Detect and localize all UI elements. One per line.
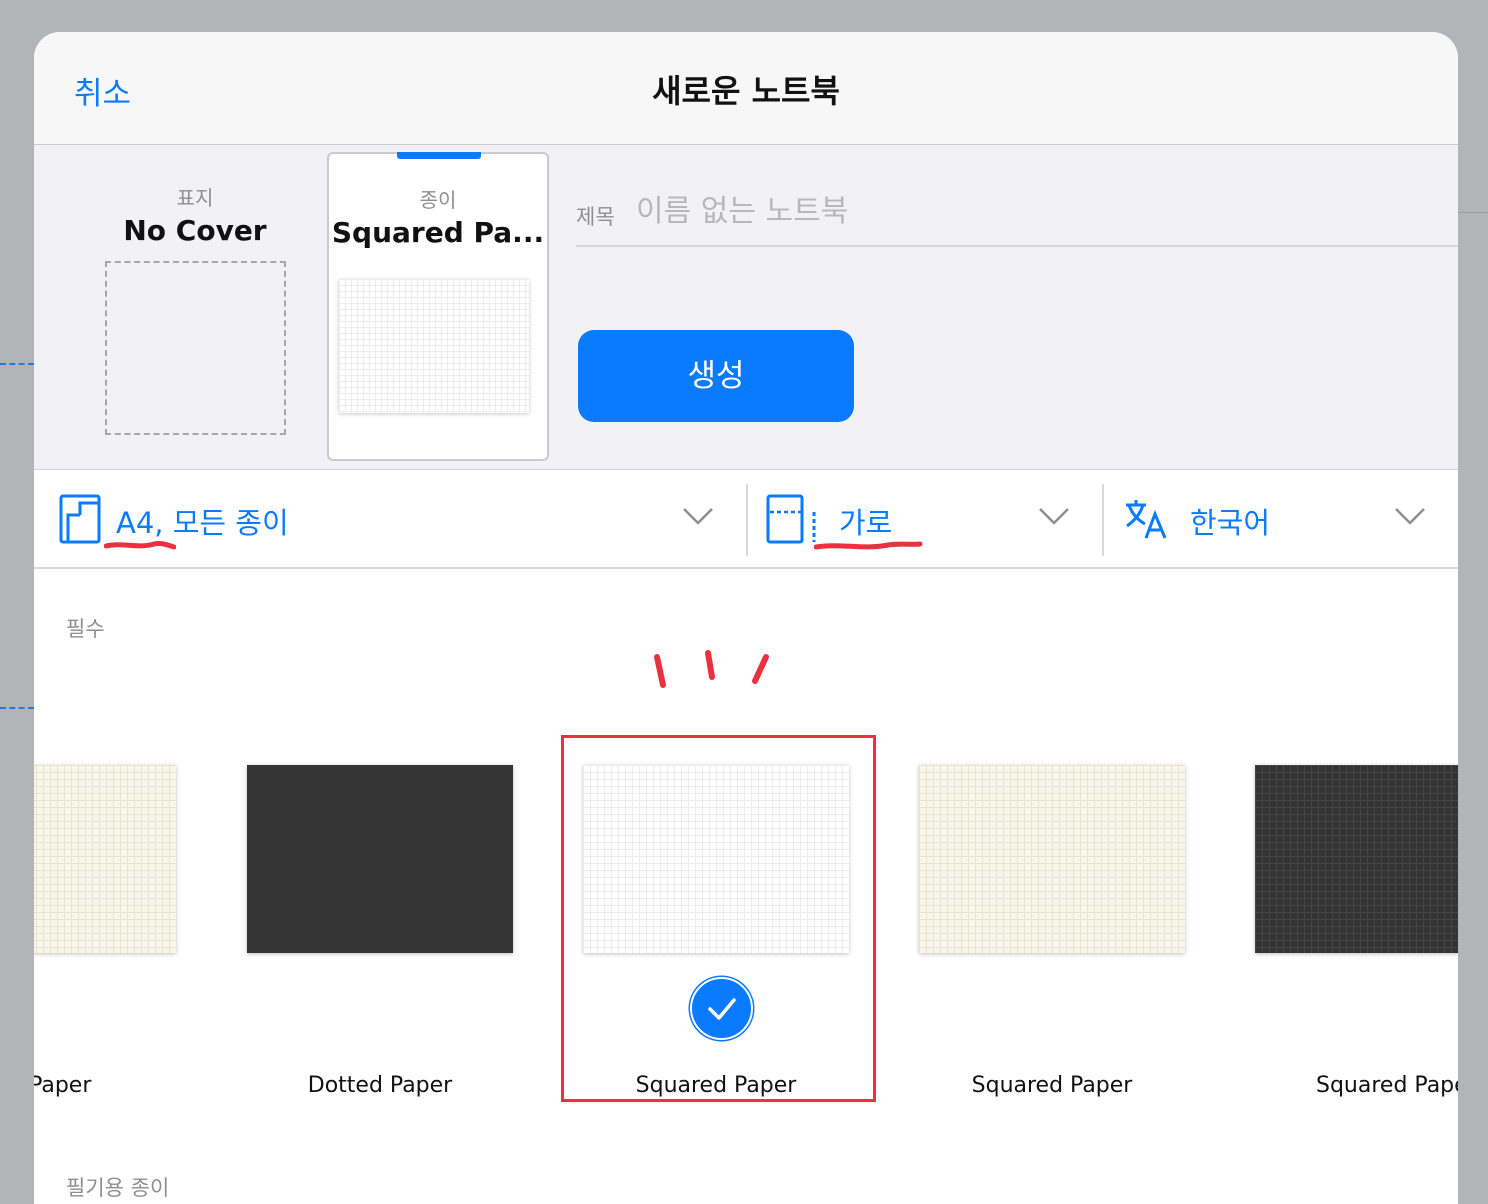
translate-icon xyxy=(1126,500,1167,539)
cover-selector[interactable]: 표지 No Cover xyxy=(84,152,306,461)
red-scribble-underline xyxy=(104,540,176,550)
red-scribble-underline xyxy=(814,541,923,550)
template-thumbnail xyxy=(1255,765,1458,953)
template-thumbnail xyxy=(34,765,176,953)
paper-size-dropdown[interactable]: A4, 모든 종이 xyxy=(34,470,746,567)
cover-preview xyxy=(105,261,286,435)
nav-bar: 취소 새로운 노트북 xyxy=(34,32,1458,145)
template-label: Squared Pape xyxy=(1316,1073,1458,1098)
orientation-dropdown[interactable]: 가로 xyxy=(748,470,1102,567)
new-notebook-sheet: 취소 새로운 노트북 표지 No Cover 종이 Squared Pa... … xyxy=(34,32,1458,1204)
paper-size-label: A4, 모든 종이 xyxy=(116,506,289,540)
title-label: 제목 xyxy=(576,205,615,229)
template-label: Squared Paper xyxy=(971,1073,1133,1098)
dialog-title: 새로운 노트북 xyxy=(652,72,840,110)
paper-preview xyxy=(339,279,529,413)
notebook-config-panel: 표지 No Cover 종이 Squared Pa... 제목 생성 xyxy=(34,145,1458,470)
background-divider xyxy=(1458,212,1488,213)
cover-caption: 표지 xyxy=(176,186,214,210)
create-button[interactable]: 생성 xyxy=(578,330,854,422)
cover-name: No Cover xyxy=(123,214,267,247)
background-dashed-line xyxy=(0,363,34,365)
template-thumbnail xyxy=(247,765,513,953)
paper-selector[interactable]: 종이 Squared Pa... xyxy=(327,152,549,461)
title-field: 제목 xyxy=(576,191,1458,247)
language-label: 한국어 xyxy=(1190,506,1271,540)
selection-indicator xyxy=(397,152,481,159)
paper-caption: 종이 xyxy=(419,188,457,212)
orientation-label: 가로 xyxy=(839,506,893,540)
red-annotation-strokes xyxy=(654,650,769,688)
template-label: ed Paper xyxy=(34,1073,92,1098)
section-header-writing: 필기용 종이 xyxy=(66,1176,170,1200)
paper-name: Squared Pa... xyxy=(331,216,545,249)
options-bar: A4, 모든 종이 가로 한국어 xyxy=(34,470,1458,569)
background-dashed-line xyxy=(0,707,34,709)
orientation-icon xyxy=(766,494,816,544)
template-thumbnail xyxy=(919,765,1185,953)
chevron-down-icon xyxy=(1039,508,1069,525)
template-label: Dotted Paper xyxy=(307,1073,453,1098)
page-size-icon xyxy=(59,494,101,544)
language-dropdown[interactable]: 한국어 xyxy=(1104,470,1458,567)
chevron-down-icon xyxy=(1395,508,1425,525)
section-header-essential: 필수 xyxy=(66,617,105,641)
chevron-down-icon xyxy=(683,508,713,525)
title-input[interactable] xyxy=(636,191,1396,231)
red-highlight-box xyxy=(561,735,876,1102)
